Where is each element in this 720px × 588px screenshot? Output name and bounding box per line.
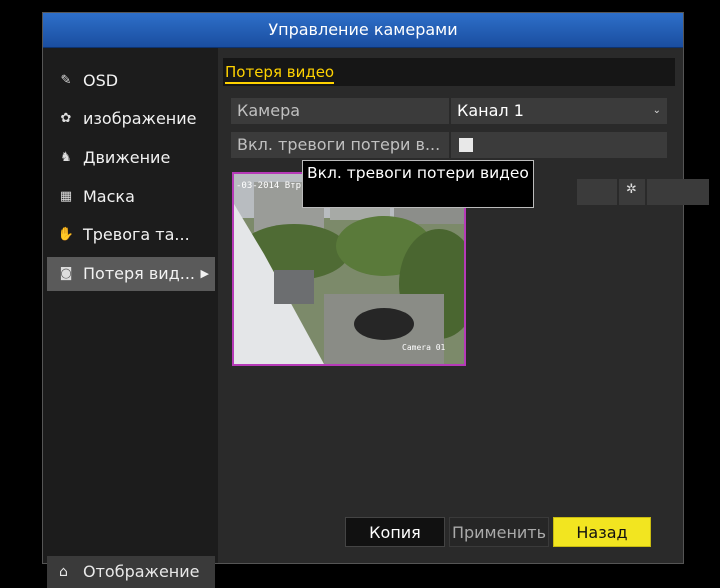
home-icon: ⌂ (59, 564, 68, 580)
alarm-checkbox-cell (451, 132, 667, 158)
sidebar-item-mask[interactable]: ▦ Маска (47, 180, 215, 214)
live-view-button[interactable]: ⌂ Отображение (47, 556, 215, 588)
sidebar-item-video-loss[interactable]: ◙ Потеря вид... ▶ (47, 257, 215, 291)
live-view-label: Отображение (83, 562, 200, 581)
apply-button[interactable]: Применить (449, 517, 549, 547)
schedule-cell (577, 179, 617, 205)
section-header: Потеря видео (223, 58, 675, 86)
copy-button[interactable]: Копия (345, 517, 445, 547)
window-title: Управление камерами (43, 13, 683, 48)
sidebar-item-label: OSD (83, 71, 119, 90)
alarm-label: Вкл. тревоги потери в... (231, 132, 449, 158)
camera-label: Камера (231, 98, 449, 124)
sidebar-item-label: Движение (83, 148, 171, 167)
video-loss-icon: ◙ (59, 266, 73, 281)
alarm-row: Вкл. тревоги потери в... (221, 132, 681, 160)
sidebar-item-label: Потеря вид... (83, 264, 195, 283)
back-button[interactable]: Назад (553, 517, 651, 547)
hand-icon: ✋ (57, 227, 75, 242)
mask-icon: ▦ (59, 189, 73, 204)
sidebar-item-label: изображение (83, 109, 197, 128)
camera-row: Камера Канал 1 ⌄ (221, 98, 681, 126)
section-title: Потеря видео (225, 62, 335, 84)
alarm-checkbox[interactable] (459, 138, 473, 152)
chevron-right-icon: ▶ (200, 267, 209, 280)
camera-select[interactable]: Канал 1 ⌄ (451, 98, 667, 124)
palette-icon: ✿ (60, 111, 72, 126)
sidebar-item-tamper-alarm[interactable]: ✋ Тревога та... (47, 218, 215, 252)
chevron-down-icon: ⌄ (652, 105, 661, 116)
settings-button[interactable]: ✲ (619, 179, 645, 205)
camera-select-value: Канал 1 (457, 101, 524, 120)
schedule-cell (647, 179, 709, 205)
sidebar-item-osd[interactable]: ✎ OSD (47, 64, 215, 98)
sidebar-item-label: Маска (83, 187, 135, 206)
running-man-icon: ♞ (60, 150, 72, 165)
sidebar-item-image[interactable]: ✿ изображение (47, 102, 215, 136)
preview-osd-camera-name: Camera 01 (402, 343, 446, 352)
tooltip: Вкл. тревоги потери видео (302, 160, 534, 208)
edit-icon: ✎ (60, 73, 72, 88)
gear-icon: ✲ (626, 182, 637, 197)
sidebar-item-motion[interactable]: ♞ Движение (47, 141, 215, 175)
sidebar-item-label: Тревога та... (83, 225, 190, 244)
sidebar: ✎ OSD ✿ изображение ♞ Движение ▦ Маска ✋… (43, 48, 218, 588)
